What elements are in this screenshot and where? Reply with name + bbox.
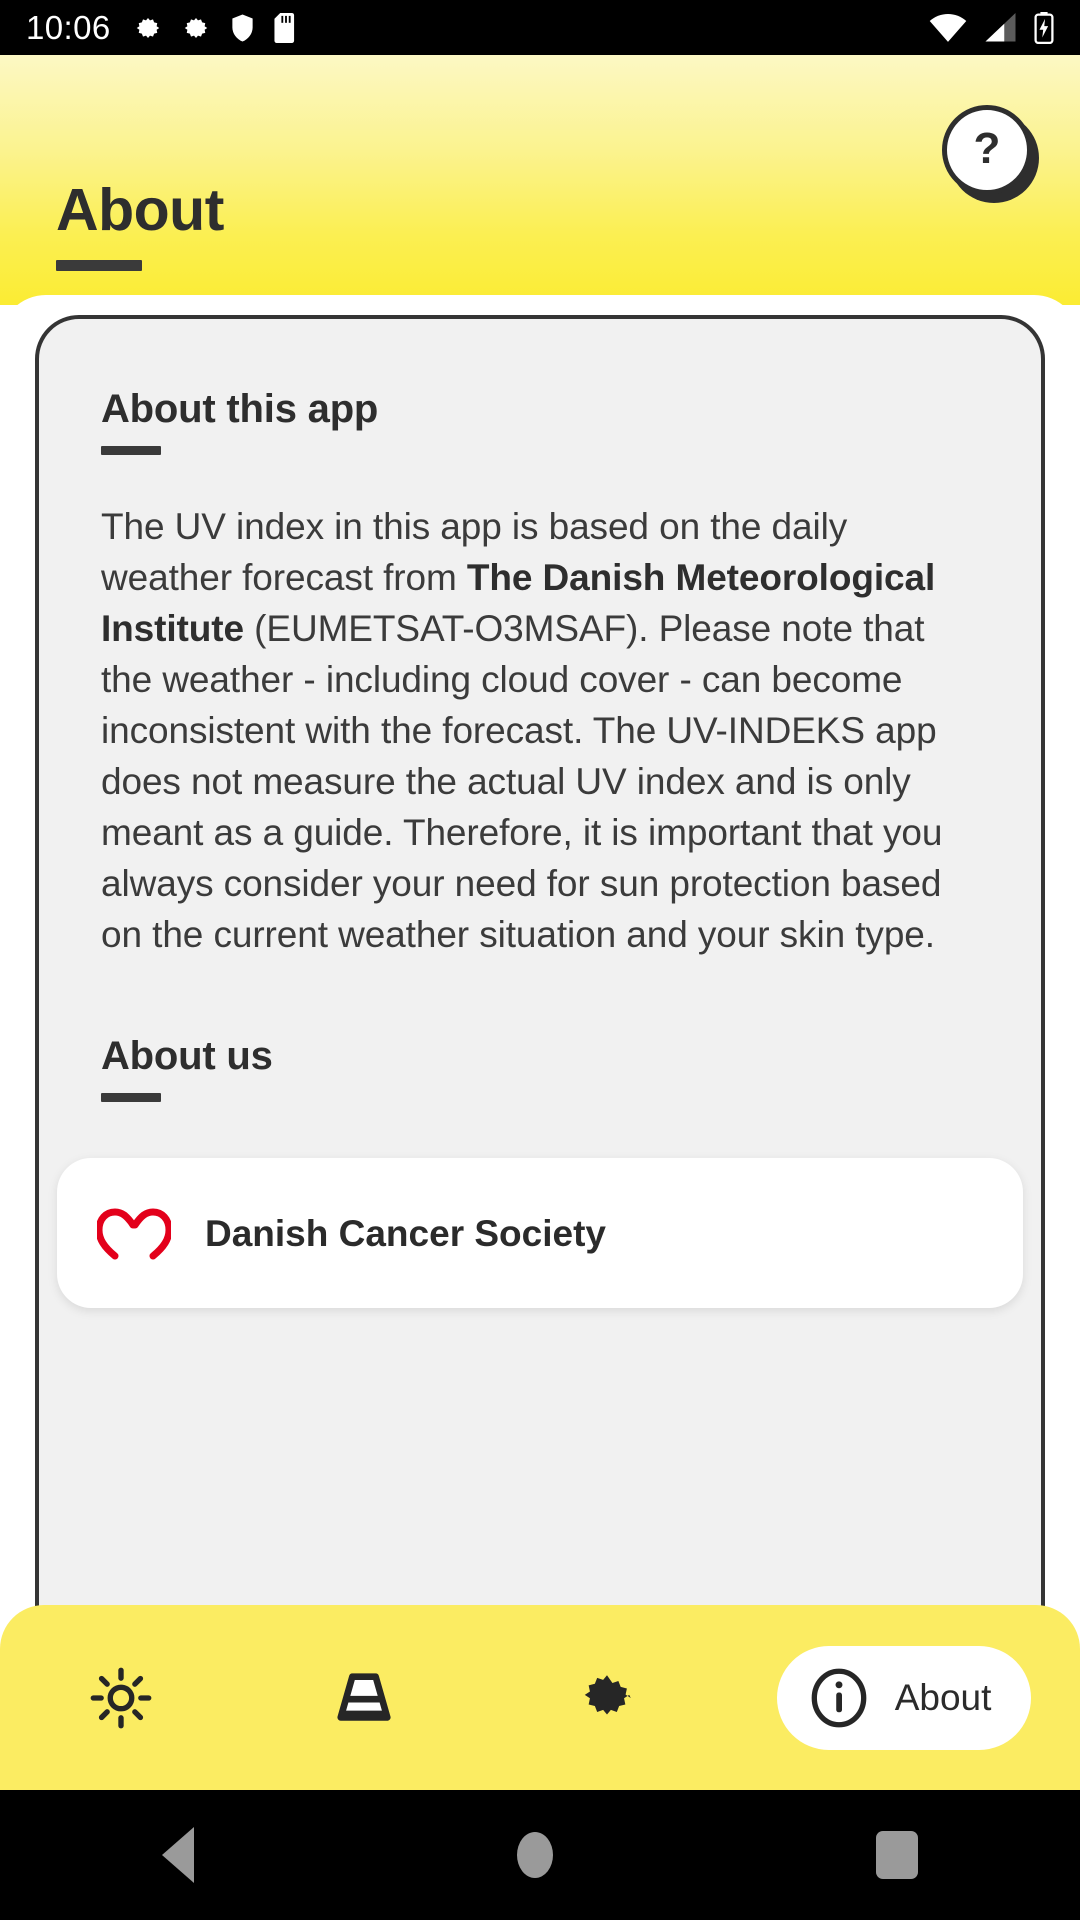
about-us-heading-underline	[101, 1093, 161, 1102]
help-button[interactable]: ?	[942, 105, 1039, 203]
battery-charging-icon	[1034, 11, 1054, 44]
heart-logo-icon	[97, 1208, 171, 1260]
recents-button-icon[interactable]	[876, 1831, 919, 1879]
status-clock: 10:06	[26, 9, 111, 46]
page-title-block: About	[56, 181, 224, 271]
about-us-heading: About us	[101, 1034, 273, 1078]
bottom-navigation-bar: About	[0, 1605, 1080, 1790]
app-screen: 10:06 About ? About this app The UV inde…	[0, 0, 1080, 1920]
nav-item-sun-protection[interactable]	[243, 1605, 486, 1790]
nav-about-active-pill[interactable]: About	[776, 1645, 1032, 1750]
gear-icon	[184, 17, 207, 38]
nav-item-uv-index[interactable]	[0, 1605, 243, 1790]
question-mark-icon: ?	[973, 124, 1001, 173]
page-title: About	[56, 177, 224, 243]
nav-about-label: About	[894, 1677, 992, 1718]
wifi-icon	[929, 13, 967, 42]
about-app-section: About this app The UV index in this app …	[39, 389, 1041, 960]
status-right-icon-group	[929, 11, 1054, 44]
about-app-body-text: The UV index in this app is based on the…	[101, 501, 979, 960]
info-icon	[811, 1668, 867, 1727]
help-button-face: ?	[942, 105, 1032, 195]
about-body-part-2: (EUMETSAT-O3MSAF). Please note that the …	[101, 608, 943, 955]
nav-item-settings[interactable]	[485, 1605, 728, 1790]
sun-icon	[90, 1667, 152, 1728]
organization-card[interactable]: Danish Cancer Society	[57, 1158, 1023, 1308]
organization-name: Danish Cancer Society	[205, 1212, 606, 1254]
gear-icon	[584, 1674, 631, 1715]
page-title-underline	[56, 260, 142, 271]
page-header: About ?	[0, 55, 1080, 305]
system-navigation-bar	[0, 1790, 1080, 1920]
nav-item-about[interactable]: About	[728, 1605, 1080, 1790]
cellular-signal-icon	[985, 12, 1016, 41]
home-button-icon[interactable]	[516, 1832, 553, 1878]
back-button-icon[interactable]	[161, 1827, 194, 1883]
about-us-section: About us	[39, 1036, 1041, 1102]
sd-card-icon	[274, 12, 294, 43]
shield-icon	[231, 14, 253, 41]
status-bar: 10:06	[0, 0, 1080, 55]
about-app-heading-underline	[101, 446, 161, 455]
status-left-icon-group	[133, 12, 298, 43]
about-app-heading: About this app	[101, 387, 379, 431]
sun-hat-icon	[337, 1672, 391, 1721]
gear-icon	[136, 17, 159, 38]
